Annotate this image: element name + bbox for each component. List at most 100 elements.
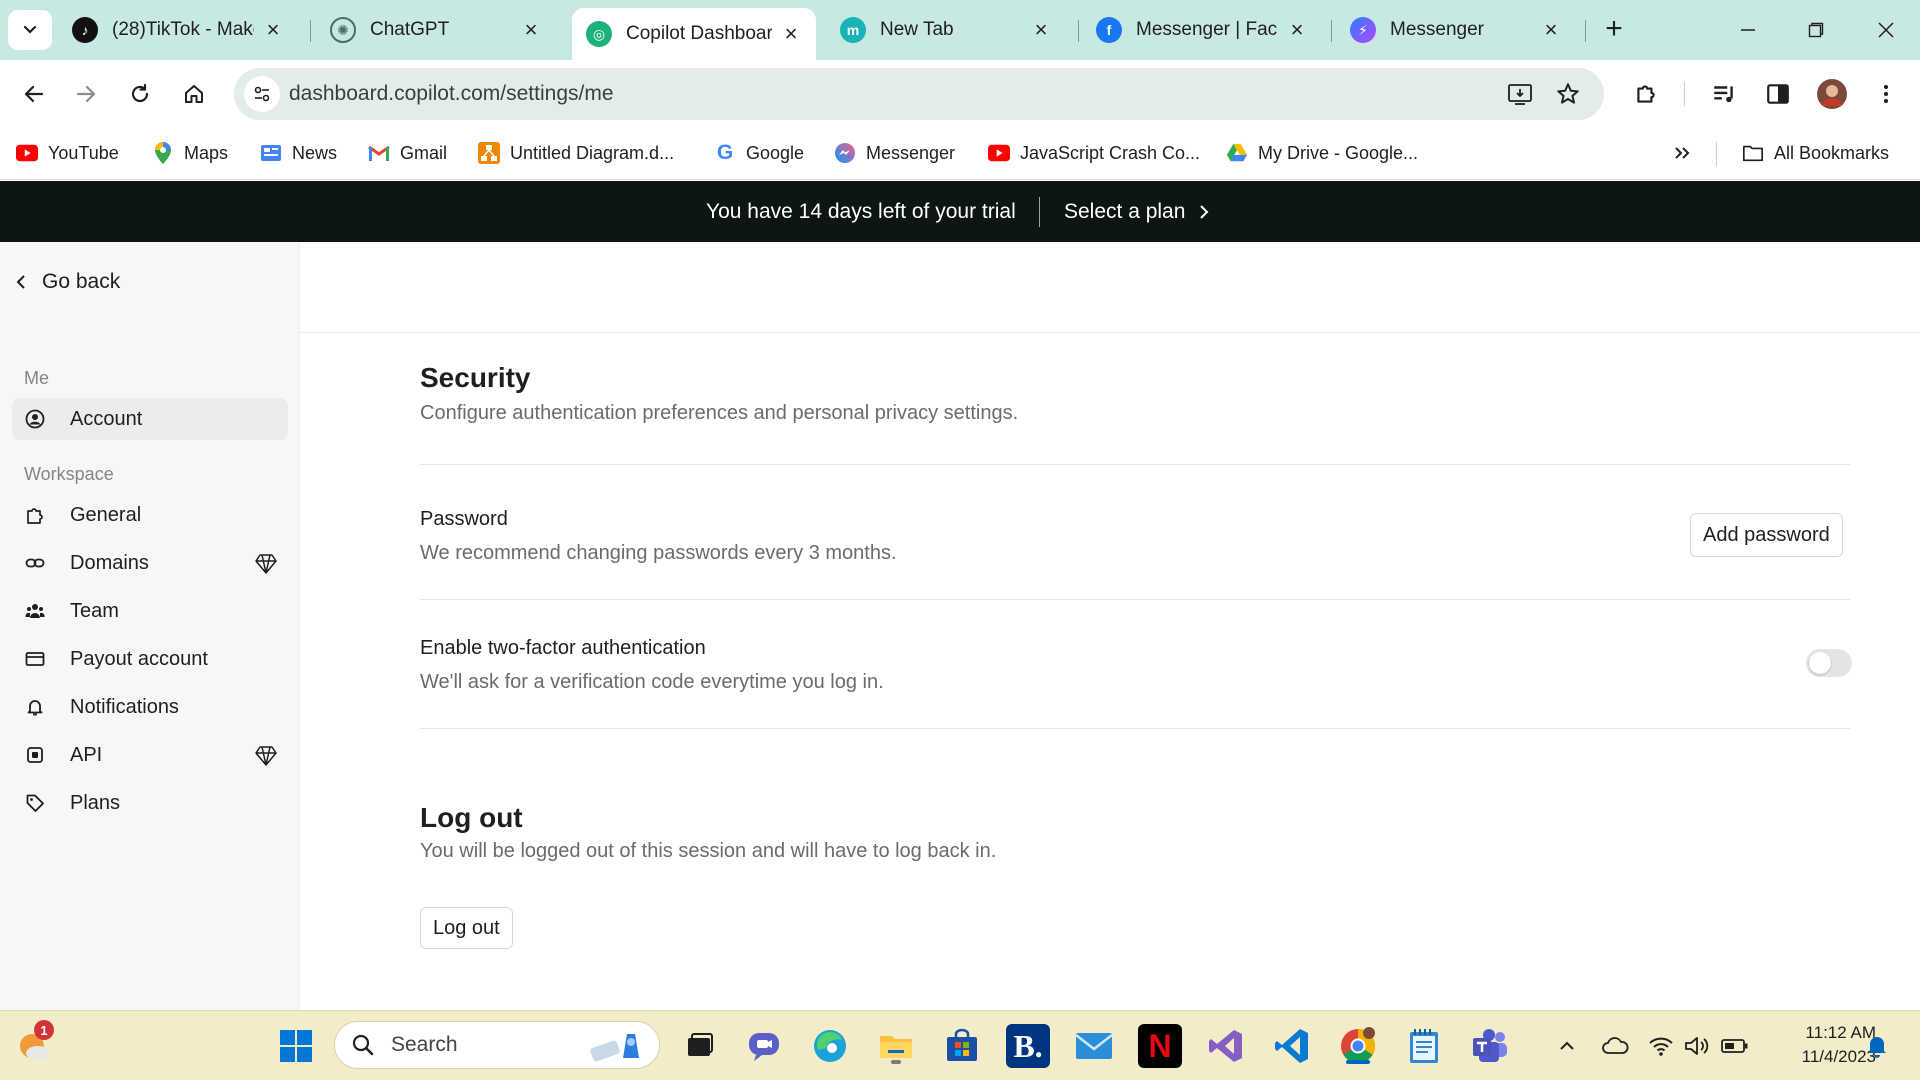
close-icon[interactable]: × xyxy=(1286,17,1308,42)
sidebar-item-plans[interactable]: Plans xyxy=(12,782,288,824)
site-info-button[interactable] xyxy=(244,76,280,112)
side-panel-button[interactable] xyxy=(1758,74,1798,114)
log-out-button[interactable]: Log out xyxy=(420,907,513,949)
home-icon xyxy=(185,85,203,103)
bookmark-gmail[interactable]: Gmail xyxy=(368,138,447,168)
diamond-icon xyxy=(255,746,277,766)
minimize-icon xyxy=(1741,29,1755,31)
close-icon[interactable]: × xyxy=(520,17,542,42)
bookmark-my-drive[interactable]: My Drive - Google... xyxy=(1226,138,1418,168)
taskbar-store[interactable] xyxy=(940,1024,984,1068)
maps-icon xyxy=(152,142,174,164)
side-panel-icon xyxy=(1767,84,1789,104)
arrow-left-icon xyxy=(24,85,44,103)
url-text[interactable]: dashboard.copilot.com/settings/me xyxy=(289,82,614,106)
taskbar-visual-studio[interactable] xyxy=(1204,1024,1248,1068)
bookmark-star-button[interactable] xyxy=(1554,80,1582,108)
tab-chatgpt[interactable]: ✺ ChatGPT × xyxy=(316,8,556,52)
sidebar-item-general[interactable]: General xyxy=(12,494,288,536)
chip-icon xyxy=(24,744,46,766)
folder-icon xyxy=(1742,142,1764,164)
bookmark-google[interactable]: G Google xyxy=(714,138,804,168)
sidebar-item-account[interactable]: Account xyxy=(12,398,288,440)
taskbar-vscode[interactable] xyxy=(1270,1024,1314,1068)
taskbar-edge[interactable] xyxy=(808,1024,852,1068)
search-icon xyxy=(352,1034,374,1056)
taskbar-search[interactable]: Search xyxy=(334,1021,660,1069)
volume-tray[interactable] xyxy=(1682,1031,1712,1061)
avatar xyxy=(1817,79,1847,109)
restore-button[interactable] xyxy=(1796,14,1836,46)
diamond-icon xyxy=(255,554,277,574)
bookmarks-divider xyxy=(1716,142,1717,166)
reload-button[interactable] xyxy=(120,74,160,114)
tab-tiktok[interactable]: ♪ (28)TikTok - Make × xyxy=(58,8,298,52)
tiktok-icon: ♪ xyxy=(72,17,98,43)
bookmark-javascript-crash-course[interactable]: JavaScript Crash Co... xyxy=(988,138,1200,168)
bookmark-untitled-diagram[interactable]: Untitled Diagram.d... xyxy=(478,138,674,168)
all-bookmarks-button[interactable]: All Bookmarks xyxy=(1742,138,1889,168)
address-bar[interactable]: dashboard.copilot.com/settings/me xyxy=(234,68,1604,120)
taskbar-notepad[interactable] xyxy=(1402,1024,1446,1068)
media-controls-button[interactable] xyxy=(1704,74,1744,114)
tab-messenger[interactable]: ⚡ Messenger × xyxy=(1336,8,1576,52)
browser-menu-button[interactable] xyxy=(1866,74,1906,114)
start-button[interactable] xyxy=(274,1024,318,1068)
bookmark-maps[interactable]: Maps xyxy=(152,138,228,168)
minimize-button[interactable] xyxy=(1728,14,1768,46)
weather-widget[interactable]: 1 xyxy=(12,1020,56,1068)
sidebar-item-domains[interactable]: Domains xyxy=(12,542,288,584)
extensions-button[interactable] xyxy=(1626,74,1666,114)
tab-search-dropdown[interactable] xyxy=(8,10,52,50)
taskbar-booking[interactable]: B. xyxy=(1006,1024,1050,1068)
sidebar-item-team[interactable]: Team xyxy=(12,590,288,632)
playlist-icon xyxy=(1714,86,1733,103)
taskbar-task-view[interactable] xyxy=(678,1024,722,1068)
new-tab-button[interactable]: + xyxy=(1598,14,1630,46)
taskbar-chrome[interactable] xyxy=(1336,1024,1380,1068)
select-plan-link[interactable]: Select a plan xyxy=(1064,200,1211,224)
tab-messenger-facebook[interactable]: f Messenger | Faceb × xyxy=(1082,8,1322,52)
close-window-button[interactable] xyxy=(1866,14,1906,46)
taskbar-teams-chat[interactable] xyxy=(742,1024,786,1068)
folder-icon xyxy=(880,1036,912,1058)
profile-button[interactable] xyxy=(1812,74,1852,114)
two-factor-toggle[interactable] xyxy=(1806,649,1852,677)
taskbar-mail[interactable] xyxy=(1072,1024,1116,1068)
toolbar-divider xyxy=(1684,82,1685,106)
taskbar-file-explorer[interactable] xyxy=(874,1024,918,1068)
messenger-icon: ⚡ xyxy=(1350,17,1376,43)
sidebar-item-api[interactable]: API xyxy=(12,734,288,776)
bookmark-youtube[interactable]: YouTube xyxy=(16,138,119,168)
install-app-button[interactable] xyxy=(1506,80,1534,108)
back-button[interactable] xyxy=(14,74,54,114)
tab-new-tab[interactable]: m New Tab × xyxy=(826,8,1066,52)
booking-icon: B. xyxy=(1013,1027,1043,1064)
notification-center-button[interactable] xyxy=(1862,1031,1892,1061)
forward-button[interactable] xyxy=(66,74,106,114)
add-password-button[interactable]: Add password xyxy=(1690,513,1843,557)
close-icon[interactable]: × xyxy=(1030,17,1052,42)
close-icon[interactable]: × xyxy=(262,17,284,42)
close-icon[interactable]: × xyxy=(1540,17,1562,42)
chevron-up-icon xyxy=(1560,1041,1574,1050)
taskbar-netflix[interactable]: N xyxy=(1138,1024,1182,1068)
show-hidden-icons-button[interactable] xyxy=(1552,1031,1582,1061)
tab-copilot-dashboard[interactable]: ◎ Copilot Dashboard × xyxy=(572,8,816,60)
onedrive-tray[interactable] xyxy=(1600,1031,1630,1061)
bookmark-messenger[interactable]: Messenger xyxy=(834,138,955,168)
puzzle-icon xyxy=(24,504,46,526)
sidebar-item-payout-account[interactable]: Payout account xyxy=(12,638,288,680)
more-bookmarks-button[interactable] xyxy=(1672,138,1692,168)
go-back-link[interactable]: Go back xyxy=(14,270,120,294)
tab-separator xyxy=(310,20,311,42)
wifi-tray[interactable] xyxy=(1646,1031,1676,1061)
home-button[interactable] xyxy=(174,74,214,114)
battery-tray[interactable] xyxy=(1720,1031,1750,1061)
close-icon[interactable]: × xyxy=(780,21,802,46)
taskbar-teams[interactable] xyxy=(1468,1024,1512,1068)
bookmark-news[interactable]: News xyxy=(260,138,337,168)
taskbar-clock[interactable]: 11:12 AM 11/4/2023 xyxy=(1766,1021,1876,1069)
sidebar-item-notifications[interactable]: Notifications xyxy=(12,686,288,728)
user-circle-icon xyxy=(24,408,46,430)
